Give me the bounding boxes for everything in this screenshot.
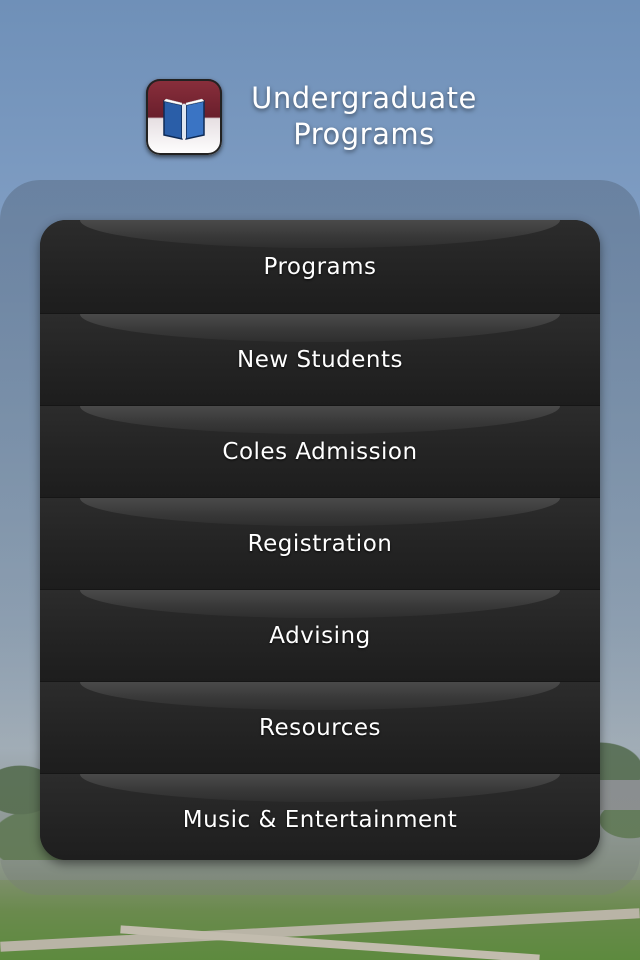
book-icon-graphic <box>163 98 205 140</box>
menu-item-label: Music & Entertainment <box>182 807 458 833</box>
menu-item-music-entertainment[interactable]: Music & Entertainment <box>40 773 600 860</box>
menu-item-new-students[interactable]: New Students <box>40 313 600 405</box>
page-title: Undergraduate Programs <box>236 80 492 152</box>
menu-item-coles-admission[interactable]: Coles Admission <box>40 405 600 497</box>
title-line-1: Undergraduate <box>251 81 477 115</box>
menu-item-advising[interactable]: Advising <box>40 589 600 681</box>
menu-item-programs[interactable]: Programs <box>40 220 600 313</box>
menu-item-label: New Students <box>236 346 403 373</box>
menu-item-label: Programs <box>263 253 377 280</box>
menu-item-label: Advising <box>269 622 371 649</box>
app-header: Undergraduate Programs <box>0 70 640 170</box>
book-icon <box>146 79 222 155</box>
menu-item-resources[interactable]: Resources <box>40 681 600 773</box>
menu-item-label: Coles Admission <box>222 438 418 465</box>
menu-item-label: Registration <box>247 530 393 557</box>
main-menu: Programs New Students Coles Admission Re… <box>40 220 600 860</box>
menu-item-label: Resources <box>259 714 381 741</box>
title-line-2: Programs <box>293 117 435 151</box>
menu-item-registration[interactable]: Registration <box>40 497 600 589</box>
